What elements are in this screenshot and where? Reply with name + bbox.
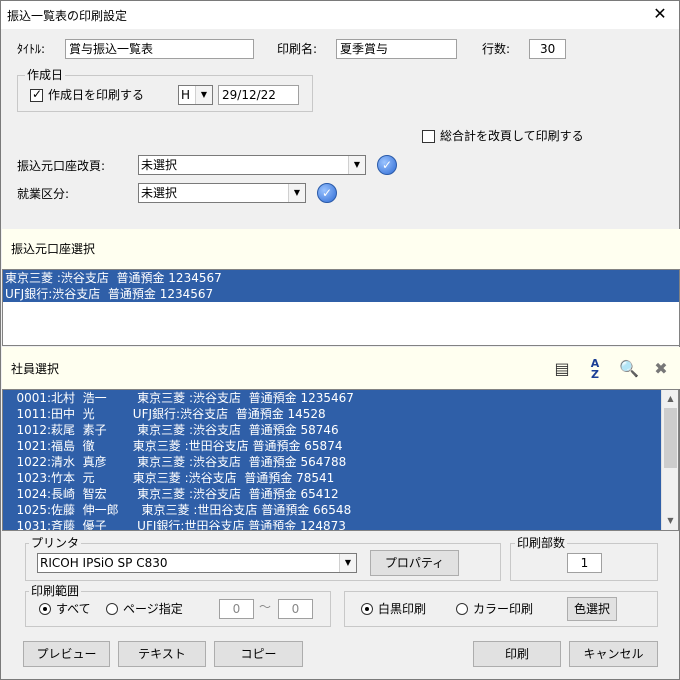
employment-type-label: 就業区分: (17, 187, 70, 201)
sort-az-icon[interactable]: AZ (584, 358, 606, 380)
employee-rows: 0001:北村 浩一 東京三菱 :渋谷支店 普通預金 1235467 1011:… (3, 390, 661, 530)
chevron-down-icon: ▼ (195, 86, 212, 104)
title-input[interactable]: 賞与振込一覧表 (65, 39, 254, 59)
mono-print-label: 白黒印刷 (378, 602, 427, 616)
employee-header-band: 社員選択 ▤ AZ 🔍 ✖ (2, 347, 680, 389)
employee-row[interactable]: 1011:田中 光 UFJ銀行:渋谷支店 普通預金 14528 (3, 406, 661, 422)
print-range-group-title: 印刷範囲 (29, 584, 82, 598)
era-select[interactable]: H ▼ (178, 85, 213, 105)
text-button[interactable]: テキスト (118, 641, 206, 667)
chevron-down-icon: ▼ (348, 156, 365, 174)
employment-type-value: 未選択 (141, 186, 178, 200)
print-name-label: 印刷名: (277, 42, 318, 56)
list-view-icon[interactable]: ▤ (551, 358, 573, 380)
source-account-break-label: 振込元口座改頁: (17, 159, 106, 173)
print-name-input[interactable]: 夏季賞与 (336, 39, 457, 59)
total-page-break-checkbox[interactable] (422, 130, 435, 143)
source-account-break-value: 未選択 (141, 158, 178, 172)
creation-date-group-title: 作成日 (25, 68, 66, 82)
employee-row[interactable]: 1024:長崎 智宏 東京三菱 :渋谷支店 普通預金 65412 (3, 486, 661, 502)
range-separator: 〜 (259, 600, 272, 614)
employee-section-title: 社員選択 (11, 362, 60, 376)
printer-select[interactable]: RICOH IPSiO SP C830 ▼ (37, 553, 357, 573)
search-icon[interactable]: 🔍 (618, 358, 640, 380)
total-page-break-label: 総合計を改頁して印刷する (440, 129, 584, 143)
employee-row[interactable]: 1021:福島 徹 東京三菱 :世田谷支店 普通預金 65874 (3, 438, 661, 454)
copy-button[interactable]: コピー (214, 641, 303, 667)
search-clear-icon[interactable]: ✖ (650, 358, 672, 380)
employee-row[interactable]: 1012:萩尾 素子 東京三菱 :渋谷支店 普通預金 58746 (3, 422, 661, 438)
print-date-label: 作成日を印刷する (48, 88, 145, 102)
print-button[interactable]: 印刷 (473, 641, 561, 667)
employee-row[interactable]: 1025:佐藤 伸一郎 東京三菱 :世田谷支店 普通預金 66548 (3, 502, 661, 518)
employee-row[interactable]: 0001:北村 浩一 東京三菱 :渋谷支店 普通預金 1235467 (3, 390, 661, 406)
list-item[interactable]: UFJ銀行:渋谷支店 普通預金 1234567 (3, 286, 679, 302)
range-to-input[interactable]: 0 (278, 599, 313, 619)
title-label: ﾀｲﾄﾙ: (17, 42, 46, 56)
print-settings-dialog: 振込一覧表の印刷設定 ✕ ﾀｲﾄﾙ: 賞与振込一覧表 印刷名: 夏季賞与 行数:… (0, 0, 680, 680)
source-account-header-band: 振込元口座選択 (2, 229, 680, 269)
print-date-checkbox[interactable] (30, 87, 43, 102)
rows-label: 行数: (482, 42, 511, 56)
employment-type-select[interactable]: 未選択 ▼ (138, 183, 306, 203)
employee-row[interactable]: 1023:竹本 元 東京三菱 :渋谷支店 普通預金 78541 (3, 470, 661, 486)
copies-group-title: 印刷部数 (515, 536, 568, 550)
scroll-thumb[interactable] (664, 408, 677, 468)
printer-value: RICOH IPSiO SP C830 (40, 556, 168, 570)
employee-scrollbar[interactable]: ▲ ▼ (661, 390, 678, 530)
color-print-radio[interactable] (456, 603, 468, 615)
range-from-input[interactable]: 0 (219, 599, 254, 619)
color-print-label: カラー印刷 (473, 602, 534, 616)
rows-input[interactable]: 30 (529, 39, 566, 59)
cancel-button[interactable]: キャンセル (569, 641, 658, 667)
confirm-check-icon[interactable]: ✓ (377, 155, 397, 175)
employee-row[interactable]: 1031:斉藤 優子 UFJ銀行:世田谷支店 普通預金 124873 (3, 518, 661, 530)
chevron-down-icon: ▼ (339, 554, 356, 572)
source-account-break-select[interactable]: 未選択 ▼ (138, 155, 366, 175)
range-all-label: すべて (56, 602, 91, 616)
range-all-radio[interactable] (39, 603, 51, 615)
mono-print-radio[interactable] (361, 603, 373, 615)
window-title: 振込一覧表の印刷設定 (7, 9, 128, 23)
confirm-check-icon[interactable]: ✓ (317, 183, 337, 203)
era-value: H (181, 88, 191, 102)
date-input[interactable]: 29/12/22 (218, 85, 299, 105)
printer-group-title: プリンタ (29, 536, 82, 550)
source-account-list[interactable]: 東京三菱 :渋谷支店 普通預金 1234567 UFJ銀行:渋谷支店 普通預金 … (2, 269, 680, 346)
employee-list[interactable]: 0001:北村 浩一 東京三菱 :渋谷支店 普通預金 1235467 1011:… (2, 389, 679, 531)
range-page-label: ページ指定 (123, 602, 183, 616)
color-select-button[interactable]: 色選択 (567, 597, 617, 621)
scroll-down-icon[interactable]: ▼ (662, 512, 678, 529)
range-page-radio[interactable] (106, 603, 118, 615)
employee-row[interactable]: 1022:清水 真彦 東京三菱 :渋谷支店 普通預金 564788 (3, 454, 661, 470)
close-icon[interactable]: ✕ (649, 4, 671, 26)
title-bar: 振込一覧表の印刷設定 ✕ (1, 1, 679, 29)
properties-button[interactable]: プロパティ (370, 550, 459, 576)
scroll-up-icon[interactable]: ▲ (662, 390, 678, 407)
copies-input[interactable]: 1 (567, 553, 602, 573)
chevron-down-icon: ▼ (288, 184, 305, 202)
list-item[interactable]: 東京三菱 :渋谷支店 普通預金 1234567 (3, 270, 679, 286)
preview-button[interactable]: プレビュー (23, 641, 110, 667)
source-account-section-title: 振込元口座選択 (11, 242, 96, 256)
